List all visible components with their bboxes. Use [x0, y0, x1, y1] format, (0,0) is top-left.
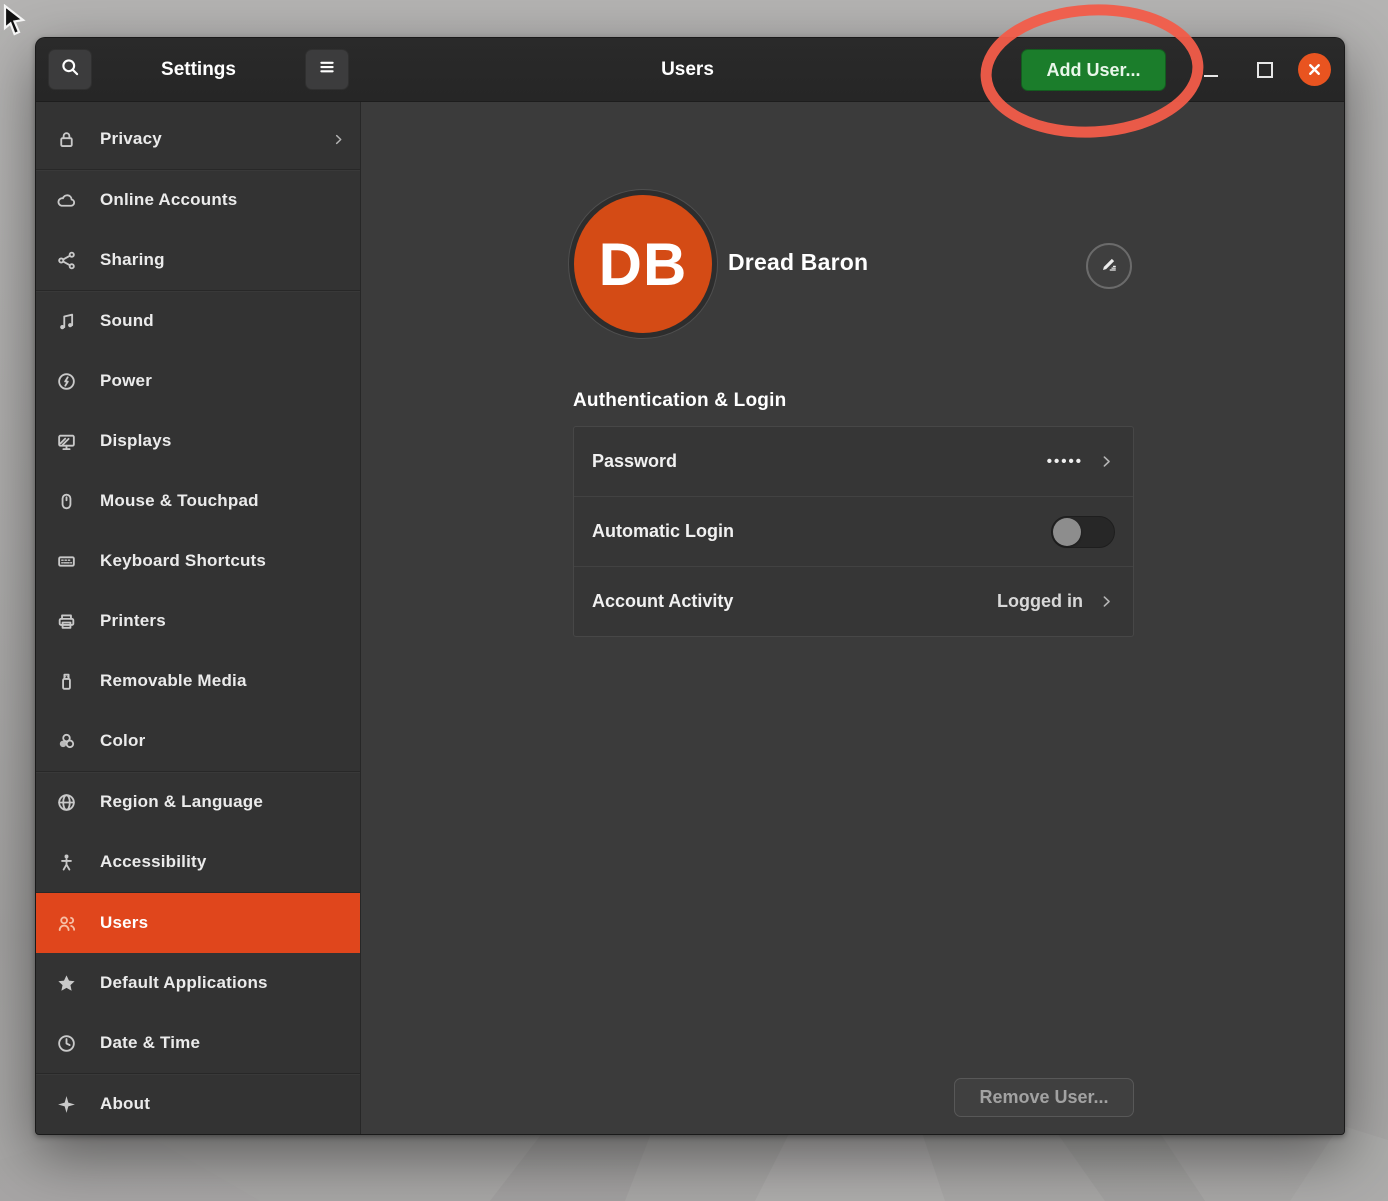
share-icon — [54, 248, 78, 272]
sidebar-item-removable-media[interactable]: Removable Media — [36, 651, 360, 711]
sidebar-item-label: Keyboard Shortcuts — [100, 551, 346, 571]
sidebar-item-label: Power — [100, 371, 346, 391]
printer-icon — [54, 609, 78, 633]
close-button[interactable] — [1296, 38, 1332, 101]
sidebar-item-label: Sharing — [100, 250, 346, 270]
account-activity-label: Account Activity — [592, 591, 997, 612]
sidebar-item-privacy[interactable]: Privacy — [36, 109, 360, 169]
sidebar-item-label: Date & Time — [100, 1033, 346, 1053]
sidebar-item-online-accounts[interactable]: Online Accounts — [36, 170, 360, 230]
clock-icon — [54, 1031, 78, 1055]
page-title: Users — [361, 38, 1014, 101]
sidebar-nav: Privacy Online Accounts Sharing Sound Power D… — [36, 102, 361, 1134]
menu-icon — [317, 57, 337, 82]
password-row[interactable]: Password ••••• — [574, 427, 1133, 496]
sidebar-item-label: Printers — [100, 611, 346, 631]
close-icon — [1298, 53, 1331, 86]
user-full-name: Dread Baron — [728, 249, 868, 276]
power-icon — [54, 369, 78, 393]
password-label: Password — [592, 451, 1047, 472]
sidebar-item-date-time[interactable]: Date & Time — [36, 1013, 360, 1073]
auth-section-heading: Authentication & Login — [573, 390, 786, 412]
remove-user-button[interactable]: Remove User... — [954, 1078, 1134, 1117]
add-user-button[interactable]: Add User... — [1021, 49, 1166, 91]
pencil-icon — [1099, 254, 1119, 279]
settings-window: Settings Users Add User... Privacy Online… — [35, 37, 1345, 1135]
usb-icon — [54, 669, 78, 693]
sidebar-item-label: Sound — [100, 311, 346, 331]
account-activity-value: Logged in — [997, 591, 1083, 612]
sidebar-item-region-language[interactable]: Region & Language — [36, 772, 360, 832]
minimize-icon — [1204, 75, 1218, 77]
keyboard-icon — [54, 549, 78, 573]
maximize-icon — [1257, 62, 1273, 78]
sidebar-item-about[interactable]: About — [36, 1074, 360, 1134]
automatic-login-toggle[interactable] — [1051, 516, 1115, 548]
desktop: { "header": { "sidebar_title": "Settings… — [0, 0, 1388, 1201]
menu-button[interactable] — [305, 49, 349, 90]
chevron-right-icon — [330, 131, 346, 147]
globe-icon — [54, 790, 78, 814]
color-icon — [54, 729, 78, 753]
cloud-icon — [54, 188, 78, 212]
sparkle-icon — [54, 1092, 78, 1116]
sidebar-item-color[interactable]: Color — [36, 711, 360, 771]
search-icon — [60, 57, 80, 82]
sidebar-item-mouse-touchpad[interactable]: Mouse & Touchpad — [36, 471, 360, 531]
sidebar-item-power[interactable]: Power — [36, 351, 360, 411]
users-panel: DB Dread Baron Authentication & Login Pa… — [361, 102, 1344, 1134]
sidebar-item-printers[interactable]: Printers — [36, 591, 360, 651]
star-icon — [54, 971, 78, 995]
sidebar-item-sharing[interactable]: Sharing — [36, 230, 360, 290]
account-activity-row[interactable]: Account Activity Logged in — [574, 566, 1133, 636]
sidebar-item-users[interactable]: Users — [36, 893, 360, 953]
sidebar-item-label: Users — [100, 913, 346, 933]
maximize-button[interactable] — [1250, 38, 1280, 101]
titlebar-sidebar-section: Settings — [36, 38, 361, 101]
sidebar-item-displays[interactable]: Displays — [36, 411, 360, 471]
sidebar-item-label: Displays — [100, 431, 346, 451]
password-dots: ••••• — [1047, 453, 1083, 470]
minimize-button[interactable] — [1196, 38, 1226, 101]
auth-card: Password ••••• Automatic Login Account A… — [573, 426, 1134, 637]
sidebar-item-label: Privacy — [100, 129, 330, 149]
search-button[interactable] — [48, 49, 92, 90]
chevron-right-icon — [1097, 593, 1115, 611]
sidebar-item-default-applications[interactable]: Default Applications — [36, 953, 360, 1013]
sidebar-item-label: Color — [100, 731, 346, 751]
accessibility-icon — [54, 850, 78, 874]
sidebar-item-label: Removable Media — [100, 671, 346, 691]
users-icon — [54, 911, 78, 935]
display-icon — [54, 429, 78, 453]
automatic-login-row: Automatic Login — [574, 496, 1133, 566]
mouse-cursor — [2, 4, 28, 38]
sidebar-item-label: Online Accounts — [100, 190, 346, 210]
titlebar: Settings Users Add User... — [36, 38, 1344, 102]
sidebar-item-label: Default Applications — [100, 973, 346, 993]
toggle-knob — [1053, 518, 1081, 546]
sidebar-item-label: Region & Language — [100, 792, 346, 812]
mouse-icon — [54, 489, 78, 513]
sidebar-item-label: About — [100, 1094, 346, 1114]
music-note-icon — [54, 309, 78, 333]
lock-icon — [54, 127, 78, 151]
sidebar-item-label: Mouse & Touchpad — [100, 491, 346, 511]
chevron-right-icon — [1097, 453, 1115, 471]
sidebar-item-sound[interactable]: Sound — [36, 291, 360, 351]
sidebar-item-label: Accessibility — [100, 852, 346, 872]
titlebar-content-section: Users Add User... — [361, 38, 1344, 101]
sidebar-item-keyboard-shortcuts[interactable]: Keyboard Shortcuts — [36, 531, 360, 591]
sidebar-item-accessibility[interactable]: Accessibility — [36, 832, 360, 892]
automatic-login-label: Automatic Login — [592, 521, 1051, 542]
edit-avatar-button[interactable] — [1086, 243, 1132, 289]
avatar[interactable]: DB — [574, 195, 712, 333]
